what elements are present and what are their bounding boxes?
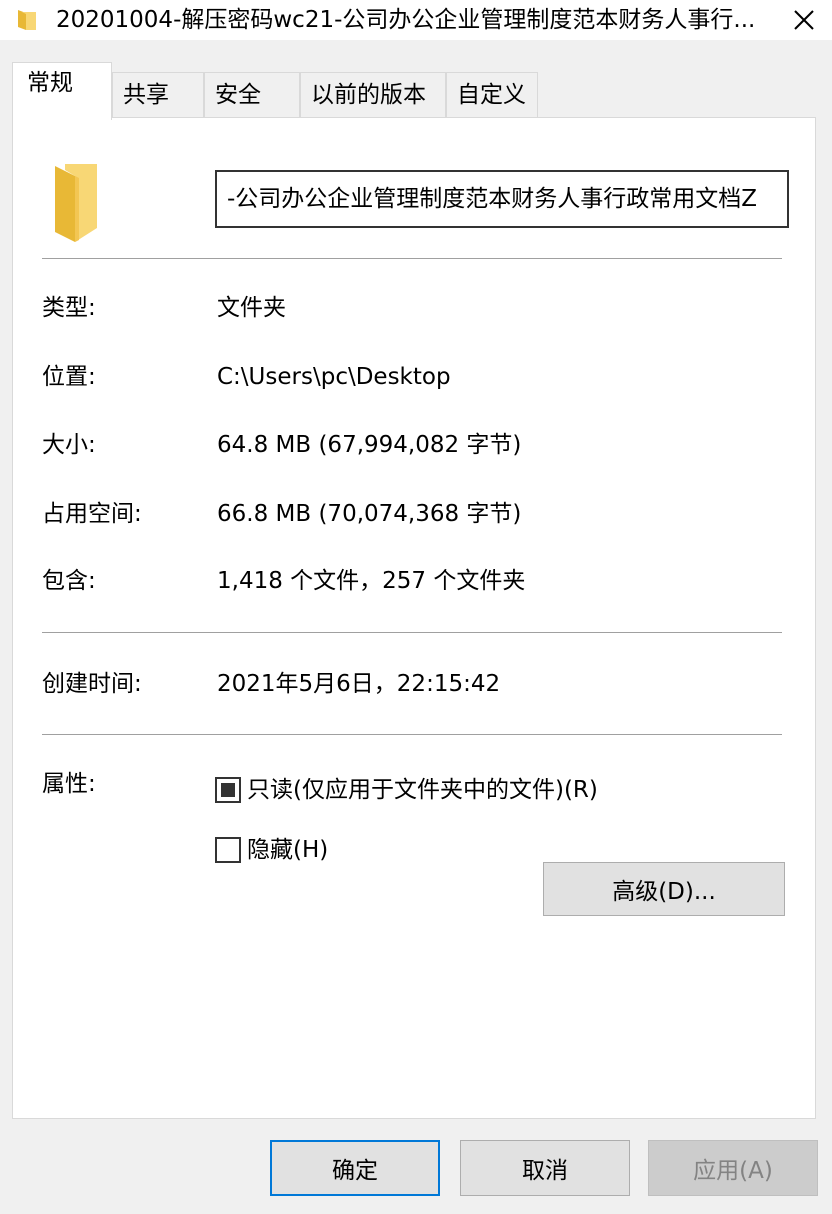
divider [42, 734, 782, 735]
advanced-button[interactable]: 高级(D)... [543, 862, 785, 916]
location-value: C:\Users\pc\Desktop [217, 364, 451, 390]
cancel-button[interactable]: 取消 [460, 1140, 630, 1196]
close-icon [794, 10, 814, 30]
divider [42, 258, 782, 259]
dialog-client-area: 常规 共享 安全 以前的版本 自定义 -公司办公企业管理制度范本财务人事行政常用… [0, 40, 832, 1214]
tab-security[interactable]: 安全 [204, 72, 300, 118]
folder-icon [55, 164, 97, 242]
hidden-checkbox-row[interactable]: 隐藏(H) [215, 836, 328, 864]
indeterminate-mark [221, 783, 235, 797]
general-panel: -公司办公企业管理制度范本财务人事行政常用文档Z 类型: 文件夹 位置: C:\… [12, 117, 816, 1119]
size-label: 大小: [42, 432, 96, 458]
tab-previous-versions[interactable]: 以前的版本 [300, 72, 446, 118]
window-title: 20201004-解压密码wc21-公司办公企业管理制度范本财务人事行... [56, 7, 756, 33]
type-value: 文件夹 [217, 295, 286, 321]
readonly-checkbox-row[interactable]: 只读(仅应用于文件夹中的文件)(R) [215, 776, 598, 804]
attributes-label: 属性: [42, 771, 96, 797]
folder-icon [18, 10, 36, 30]
disk-size-value: 66.8 MB (70,074,368 字节) [217, 501, 522, 527]
location-label: 位置: [42, 364, 96, 390]
size-value: 64.8 MB (67,994,082 字节) [217, 432, 522, 458]
ok-button[interactable]: 确定 [270, 1140, 440, 1196]
disk-size-label: 占用空间: [42, 501, 142, 527]
tab-general[interactable]: 常规 [12, 62, 112, 120]
title-bar: 20201004-解压密码wc21-公司办公企业管理制度范本财务人事行... [0, 0, 832, 40]
contains-value: 1,418 个文件，257 个文件夹 [217, 568, 526, 594]
hidden-label: 隐藏(H) [247, 837, 329, 863]
readonly-checkbox[interactable] [215, 777, 241, 803]
apply-button[interactable]: 应用(A) [648, 1140, 818, 1196]
hidden-checkbox[interactable] [215, 837, 241, 863]
created-label: 创建时间: [42, 671, 142, 697]
type-label: 类型: [42, 295, 96, 321]
folder-name-input[interactable]: -公司办公企业管理制度范本财务人事行政常用文档Z [215, 170, 789, 228]
created-value: 2021年5月6日，22:15:42 [217, 671, 501, 697]
tab-customize[interactable]: 自定义 [446, 72, 538, 118]
divider [42, 632, 782, 633]
tab-sharing[interactable]: 共享 [112, 72, 204, 118]
readonly-label: 只读(仅应用于文件夹中的文件)(R) [247, 777, 598, 803]
contains-label: 包含: [42, 568, 96, 594]
close-button[interactable] [776, 0, 832, 40]
